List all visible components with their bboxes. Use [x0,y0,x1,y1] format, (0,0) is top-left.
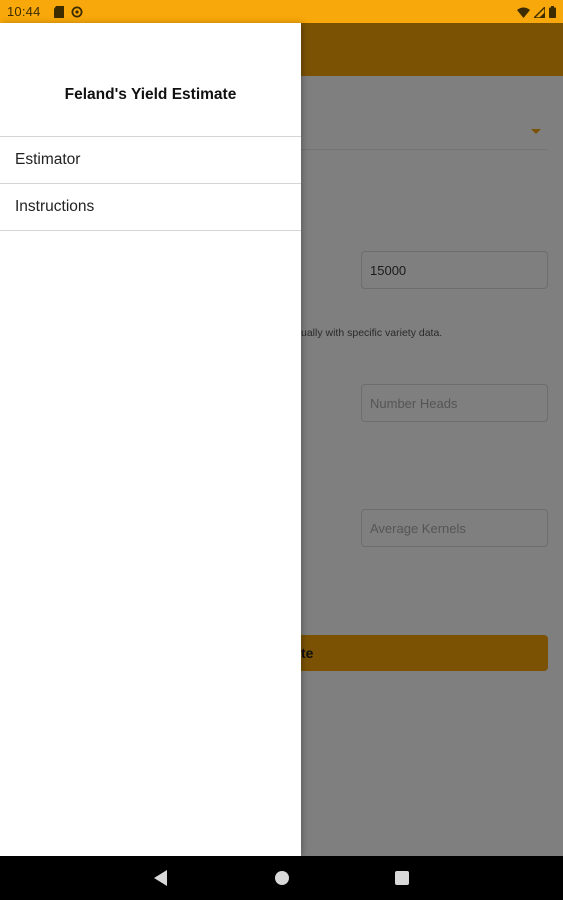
home-icon[interactable] [275,871,289,885]
drawer-item-label: Instructions [15,198,95,215]
variety-note: ually with specific variety data. [301,327,443,339]
recents-icon[interactable] [395,871,409,885]
status-right-icons [517,5,556,23]
divider [0,230,301,231]
drawer-item-label: Estimator [15,151,81,168]
battery-icon [549,5,556,23]
sync-icon [71,5,83,23]
drawer-header: Feland's Yield Estimate [0,23,301,137]
calculate-button: te [301,635,548,671]
status-bar: 10:44 [0,0,563,23]
sd-card-icon [54,5,64,23]
back-icon[interactable] [154,870,168,891]
dropdown-caret-icon [531,129,541,134]
status-time: 10:44 [7,4,41,19]
drawer-title: Feland's Yield Estimate [64,86,237,103]
signal-icon [532,5,546,23]
drawer-item-estimator[interactable]: Estimator [0,137,301,183]
wifi-icon [517,5,530,23]
drawer-item-instructions[interactable]: Instructions [0,184,301,230]
calculate-button-label: te [301,645,314,661]
navigation-drawer: Feland's Yield Estimate Estimator Instru… [0,23,301,856]
system-nav-bar [0,856,563,900]
yield-input: 15000 [361,251,548,289]
variety-dropdown-underline [301,149,547,150]
number-heads-input: Number Heads [361,384,548,422]
status-left-icons [54,5,83,23]
average-kernels-input: Average Kernels [361,509,548,547]
